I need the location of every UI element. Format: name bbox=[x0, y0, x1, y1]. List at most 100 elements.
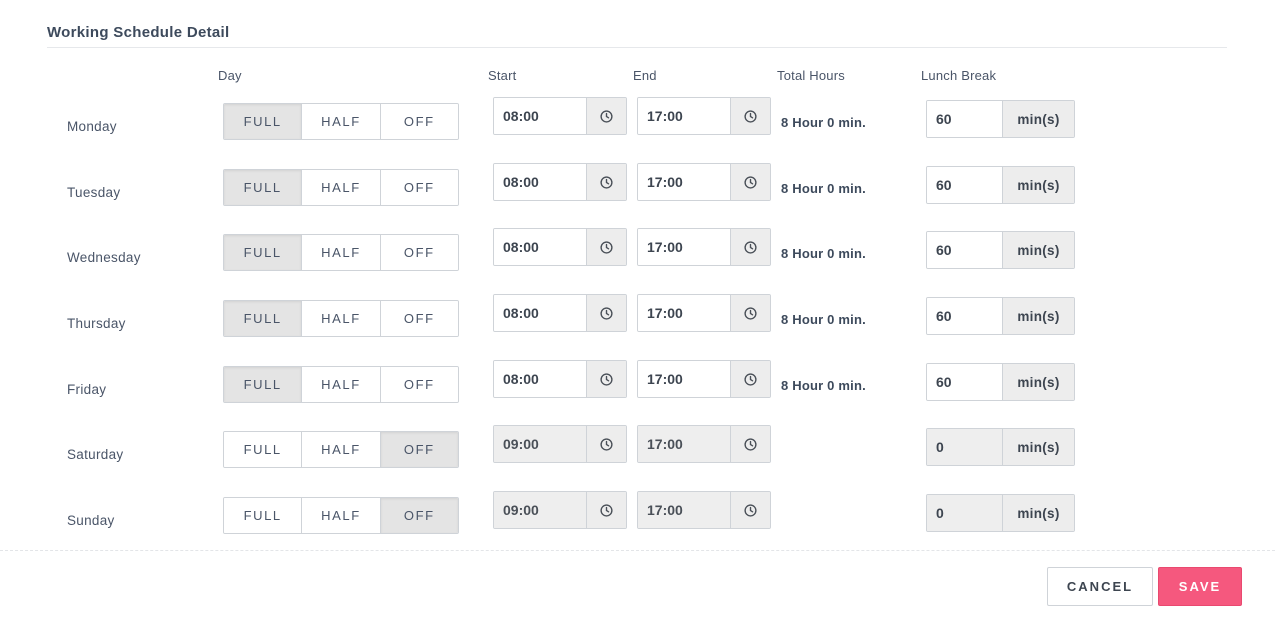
half-option-button[interactable]: HALF bbox=[302, 498, 381, 533]
start-time-value[interactable]: 08:00 bbox=[494, 229, 586, 265]
half-option-button[interactable]: HALF bbox=[302, 432, 381, 467]
half-option-button[interactable]: HALF bbox=[302, 104, 381, 139]
lunch-break-field[interactable]: 60 min(s) bbox=[926, 297, 1075, 335]
lunch-break-value[interactable]: 60 bbox=[927, 167, 1002, 203]
schedule-row-friday: Friday FULL HALF OFF 08:00 17:00 8 Hour 0 min.… bbox=[0, 360, 1275, 409]
start-time-field[interactable]: 08:00 bbox=[493, 294, 627, 332]
clock-icon[interactable] bbox=[586, 492, 626, 528]
start-time-value[interactable]: 08:00 bbox=[494, 361, 586, 397]
clock-icon[interactable] bbox=[586, 426, 626, 462]
full-option-button[interactable]: FULL bbox=[224, 432, 303, 467]
lunch-break-unit: min(s) bbox=[1002, 364, 1074, 400]
end-time-field[interactable]: 17:00 bbox=[637, 360, 771, 398]
schedule-row-wednesday: Wednesday FULL HALF OFF 08:00 17:00 8 Hour 0 m… bbox=[0, 228, 1275, 277]
clock-icon[interactable] bbox=[586, 361, 626, 397]
end-time-field[interactable]: 17:00 bbox=[637, 294, 771, 332]
lunch-break-value[interactable]: 60 bbox=[927, 298, 1002, 334]
lunch-break-field[interactable]: 0 min(s) bbox=[926, 494, 1075, 532]
start-time-field[interactable]: 09:00 bbox=[493, 491, 627, 529]
end-time-value[interactable]: 17:00 bbox=[638, 98, 730, 134]
clock-icon[interactable] bbox=[730, 361, 770, 397]
half-option-button[interactable]: HALF bbox=[302, 367, 381, 402]
lunch-break-field[interactable]: 60 min(s) bbox=[926, 363, 1075, 401]
start-time-field[interactable]: 08:00 bbox=[493, 360, 627, 398]
start-time-value[interactable]: 09:00 bbox=[494, 426, 586, 462]
full-option-button[interactable]: FULL bbox=[224, 235, 303, 270]
section-title: Working Schedule Detail bbox=[47, 24, 230, 41]
off-option-button[interactable]: OFF bbox=[380, 498, 458, 533]
start-time-field[interactable]: 08:00 bbox=[493, 228, 627, 266]
title-divider bbox=[47, 47, 1227, 48]
clock-icon[interactable] bbox=[730, 426, 770, 462]
clock-icon[interactable] bbox=[730, 295, 770, 331]
half-option-button[interactable]: HALF bbox=[302, 301, 381, 336]
start-time-field[interactable]: 08:00 bbox=[493, 97, 627, 135]
start-time-value[interactable]: 08:00 bbox=[494, 164, 586, 200]
lunch-break-field[interactable]: 60 min(s) bbox=[926, 166, 1075, 204]
start-time-field[interactable]: 09:00 bbox=[493, 425, 627, 463]
col-head-lunch-break: Lunch Break bbox=[921, 68, 997, 83]
end-time-value[interactable]: 17:00 bbox=[638, 295, 730, 331]
day-type-toggle: FULL HALF OFF bbox=[223, 300, 459, 337]
clock-icon[interactable] bbox=[730, 229, 770, 265]
end-time-value[interactable]: 17:00 bbox=[638, 361, 730, 397]
lunch-break-value[interactable]: 0 bbox=[927, 429, 1002, 465]
clock-icon[interactable] bbox=[730, 164, 770, 200]
end-time-value[interactable]: 17:00 bbox=[638, 164, 730, 200]
lunch-break-field[interactable]: 60 min(s) bbox=[926, 100, 1075, 138]
off-option-button[interactable]: OFF bbox=[380, 432, 458, 467]
day-type-toggle: FULL HALF OFF bbox=[223, 497, 459, 534]
lunch-break-field[interactable]: 60 min(s) bbox=[926, 231, 1075, 269]
clock-icon[interactable] bbox=[586, 295, 626, 331]
clock-icon[interactable] bbox=[730, 98, 770, 134]
clock-icon[interactable] bbox=[586, 229, 626, 265]
end-time-field[interactable]: 17:00 bbox=[637, 163, 771, 201]
end-time-field[interactable]: 17:00 bbox=[637, 228, 771, 266]
end-time-value[interactable]: 17:00 bbox=[638, 426, 730, 462]
start-time-value[interactable]: 08:00 bbox=[494, 98, 586, 134]
day-label: Friday bbox=[67, 382, 107, 397]
clock-icon[interactable] bbox=[730, 492, 770, 528]
end-time-field[interactable]: 17:00 bbox=[637, 97, 771, 135]
end-time-field[interactable]: 17:00 bbox=[637, 491, 771, 529]
lunch-break-value[interactable]: 0 bbox=[927, 495, 1002, 531]
end-time-value[interactable]: 17:00 bbox=[638, 492, 730, 528]
day-type-toggle: FULL HALF OFF bbox=[223, 431, 459, 468]
lunch-break-value[interactable]: 60 bbox=[927, 232, 1002, 268]
schedule-row-tuesday: Tuesday FULL HALF OFF 08:00 17:00 8 Hour 0 min… bbox=[0, 163, 1275, 212]
day-label: Monday bbox=[67, 119, 117, 134]
full-option-button[interactable]: FULL bbox=[224, 367, 303, 402]
end-time-field[interactable]: 17:00 bbox=[637, 425, 771, 463]
off-option-button[interactable]: OFF bbox=[380, 301, 458, 336]
clock-icon[interactable] bbox=[586, 164, 626, 200]
lunch-break-field[interactable]: 0 min(s) bbox=[926, 428, 1075, 466]
save-button[interactable]: SAVE bbox=[1158, 567, 1242, 606]
clock-icon[interactable] bbox=[586, 98, 626, 134]
day-type-toggle: FULL HALF OFF bbox=[223, 169, 459, 206]
start-time-value[interactable]: 09:00 bbox=[494, 492, 586, 528]
off-option-button[interactable]: OFF bbox=[380, 104, 458, 139]
schedule-row-sunday: Sunday FULL HALF OFF 09:00 17:00 0 min(s) bbox=[0, 491, 1275, 540]
off-option-button[interactable]: OFF bbox=[380, 170, 458, 205]
off-option-button[interactable]: OFF bbox=[380, 367, 458, 402]
start-time-field[interactable]: 08:00 bbox=[493, 163, 627, 201]
full-option-button[interactable]: FULL bbox=[224, 498, 303, 533]
half-option-button[interactable]: HALF bbox=[302, 235, 381, 270]
half-option-button[interactable]: HALF bbox=[302, 170, 381, 205]
total-hours-value: 8 Hour 0 min. bbox=[781, 181, 866, 196]
lunch-break-unit: min(s) bbox=[1002, 429, 1074, 465]
cancel-button[interactable]: CANCEL bbox=[1047, 567, 1153, 606]
day-label: Saturday bbox=[67, 447, 124, 462]
lunch-break-value[interactable]: 60 bbox=[927, 101, 1002, 137]
full-option-button[interactable]: FULL bbox=[224, 301, 303, 336]
start-time-value[interactable]: 08:00 bbox=[494, 295, 586, 331]
lunch-break-unit: min(s) bbox=[1002, 298, 1074, 334]
day-label: Tuesday bbox=[67, 185, 121, 200]
col-head-total-hours: Total Hours bbox=[777, 68, 845, 83]
end-time-value[interactable]: 17:00 bbox=[638, 229, 730, 265]
lunch-break-unit: min(s) bbox=[1002, 495, 1074, 531]
lunch-break-value[interactable]: 60 bbox=[927, 364, 1002, 400]
off-option-button[interactable]: OFF bbox=[380, 235, 458, 270]
full-option-button[interactable]: FULL bbox=[224, 170, 303, 205]
full-option-button[interactable]: FULL bbox=[224, 104, 303, 139]
